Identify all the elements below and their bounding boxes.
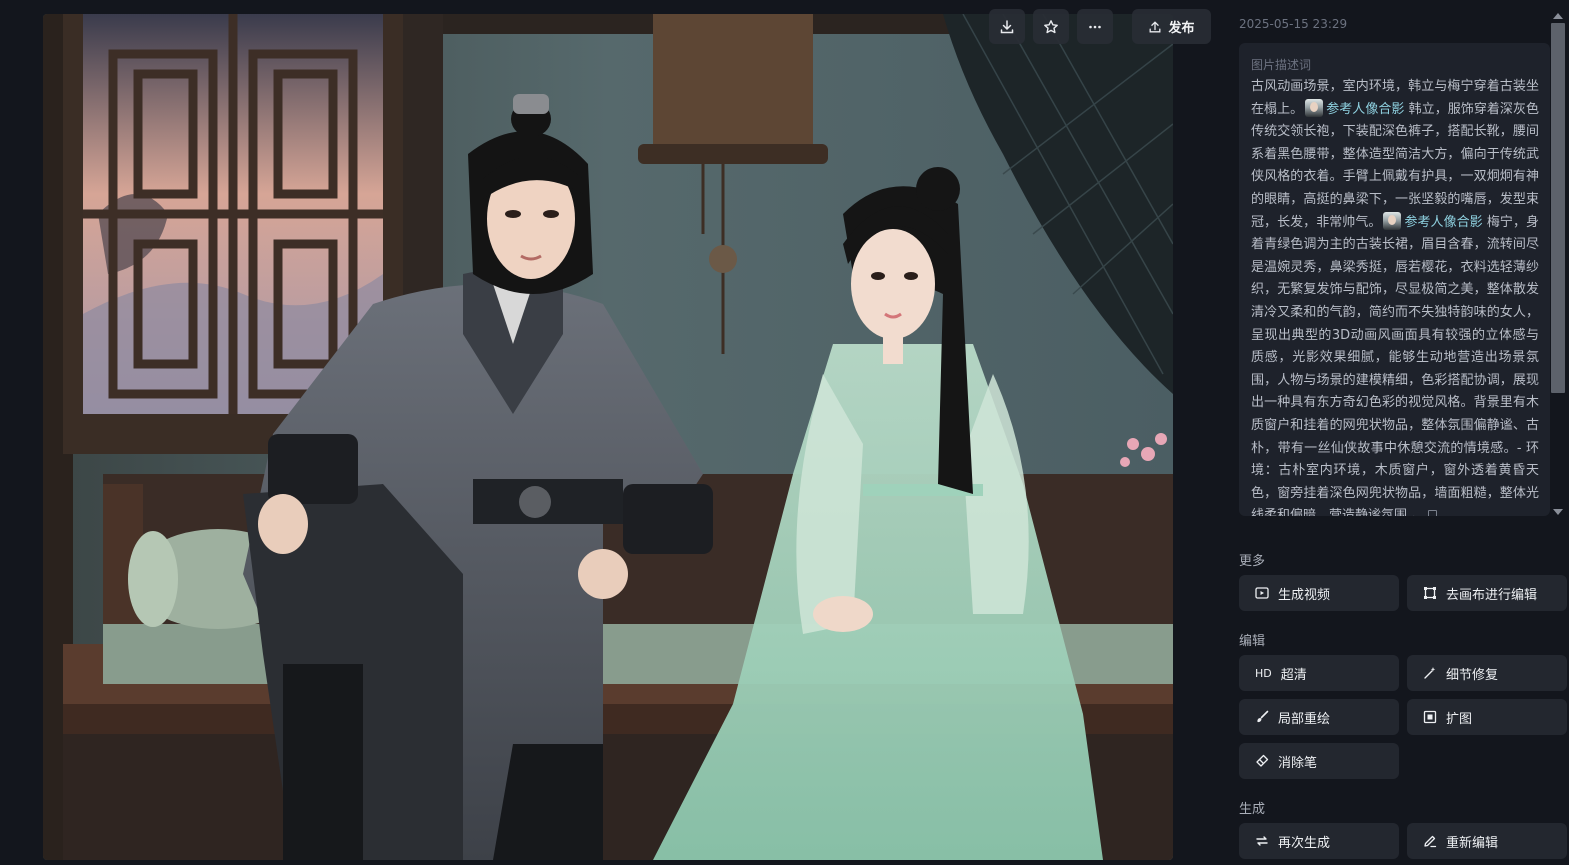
timestamp: 2025-05-15 23:29 (1239, 17, 1348, 31)
canvas-edit-label: 去画布进行编辑 (1446, 587, 1538, 603)
regenerate-button[interactable]: 再次生成 (1239, 823, 1399, 859)
eraser-button[interactable]: 消除笔 (1239, 743, 1399, 779)
description-part-2: 韩立，服饰穿着深灰色传统交领长袍，下装配深色裤子，搭配长靴，腰间系着黑色腰带，整… (1251, 101, 1539, 230)
section-title-more: 更多 (1239, 554, 1266, 569)
outpaint-label: 扩图 (1446, 711, 1473, 727)
reference-chip-1[interactable]: 参考人像合影 (1303, 98, 1405, 117)
pencil-icon (1423, 834, 1437, 848)
section-title-generate: 生成 (1239, 802, 1266, 817)
brush-icon (1255, 710, 1269, 724)
reference-chip-1-label: 参考人像合影 (1326, 101, 1405, 117)
download-button[interactable] (989, 9, 1025, 44)
more-icon (1089, 25, 1101, 28)
eraser-icon (1255, 754, 1269, 768)
expand-icon (1423, 710, 1437, 724)
publish-label: 发布 (1168, 21, 1195, 36)
generate-video-label: 生成视频 (1278, 587, 1331, 603)
inpaint-button[interactable]: 局部重绘 (1239, 699, 1399, 735)
more-button[interactable] (1077, 9, 1113, 44)
reedit-button[interactable]: 重新编辑 (1407, 823, 1567, 859)
publish-button[interactable]: 发布 (1132, 9, 1211, 44)
app-root: 发布 2025-05-15 23:29 图片描述词 古风动画场景，室内环境，韩立… (0, 0, 1569, 865)
favorite-button[interactable] (1033, 9, 1069, 44)
detail-fix-label: 细节修复 (1446, 667, 1499, 683)
reedit-label: 重新编辑 (1446, 835, 1499, 851)
hd-upscale-button[interactable]: HD 超清 (1239, 655, 1399, 691)
reference-chip-2[interactable]: 参考人像合影 (1381, 211, 1483, 230)
description-scrollbar[interactable] (1551, 13, 1565, 515)
description-label: 图片描述词 (1251, 58, 1312, 72)
scroll-up-arrow[interactable] (1553, 13, 1563, 19)
canvas-edit-button[interactable]: 去画布进行编辑 (1407, 575, 1567, 611)
hd-icon: HD (1255, 666, 1272, 680)
download-icon (1000, 19, 1014, 33)
description-text: 古风动画场景，室内环境，韩立与梅宁穿着古装坐在榻上。 参考人像合影 韩立，服饰穿着… (1251, 76, 1539, 516)
description-part-3: 梅宁，身着青绿色调为主的古装长裙，眉目含春，流转间尽是温婉灵秀，鼻梁秀挺，唇若樱… (1251, 214, 1539, 516)
scroll-down-arrow[interactable] (1553, 509, 1563, 515)
video-icon (1255, 586, 1269, 600)
upload-icon (1150, 21, 1161, 32)
section-title-edit: 编辑 (1239, 634, 1266, 649)
generated-image-art (43, 14, 1173, 860)
scroll-thumb[interactable] (1551, 23, 1565, 393)
magic-wand-icon (1423, 666, 1437, 680)
canvas-icon (1423, 586, 1437, 600)
star-icon (1044, 19, 1058, 33)
regenerate-label: 再次生成 (1278, 835, 1331, 851)
eraser-label: 消除笔 (1278, 755, 1318, 771)
description-card: 图片描述词 古风动画场景，室内环境，韩立与梅宁穿着古装坐在榻上。 参考人像合影 韩… (1239, 43, 1550, 516)
image-toolbar (989, 9, 1113, 44)
generated-image[interactable] (43, 14, 1173, 860)
reference-avatar-2 (1383, 211, 1402, 230)
outpaint-button[interactable]: 扩图 (1407, 699, 1567, 735)
inpaint-label: 局部重绘 (1278, 711, 1331, 727)
reference-chip-2-label: 参考人像合影 (1404, 214, 1483, 230)
generate-video-button[interactable]: 生成视频 (1239, 575, 1399, 611)
hd-upscale-label: 超清 (1280, 667, 1307, 683)
reference-avatar-1 (1305, 98, 1324, 117)
refresh-icon (1255, 834, 1269, 848)
copy-icon[interactable] (1428, 510, 1438, 516)
detail-fix-button[interactable]: 细节修复 (1407, 655, 1567, 691)
